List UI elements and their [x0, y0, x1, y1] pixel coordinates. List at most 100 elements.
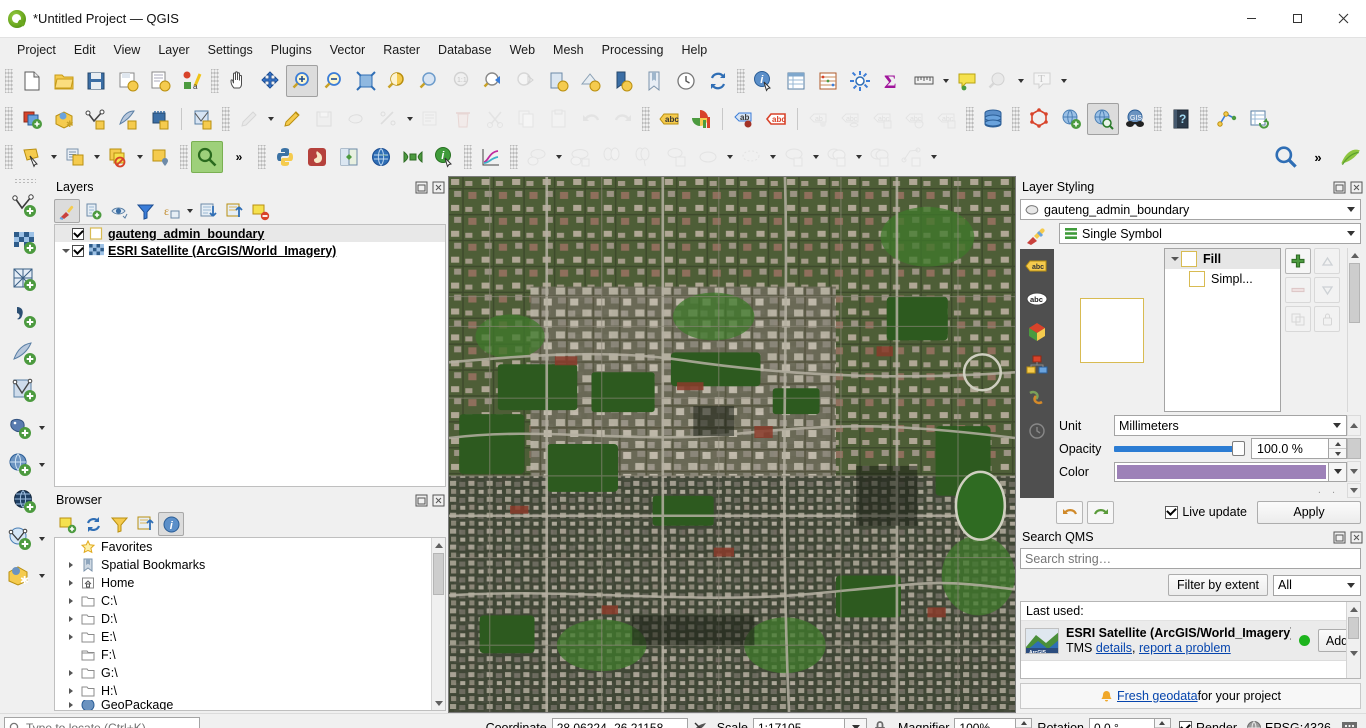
select-caret-icon[interactable]	[1015, 65, 1026, 97]
select-features-by-area-icon[interactable]	[16, 141, 48, 173]
leftbar-grip[interactable]	[14, 178, 36, 185]
metasearch-icon[interactable]	[1087, 103, 1119, 135]
magnifier-stepper[interactable]	[1015, 718, 1032, 728]
highlight-labels-icon[interactable]: abc	[760, 103, 792, 135]
help-grip[interactable]	[1154, 107, 1162, 131]
qgis-plugin-icon[interactable]	[1211, 103, 1243, 135]
qms-report-link[interactable]: report a problem	[1139, 641, 1231, 655]
toolbar-grip[interactable]	[5, 69, 13, 93]
plugin-grip[interactable]	[1200, 107, 1208, 131]
tree-item-home[interactable]: Home	[55, 574, 445, 592]
geoprocessing-intersect-icon[interactable]	[628, 141, 660, 173]
filter-legend-by-expression-icon[interactable]: ε	[158, 199, 184, 223]
menu-project[interactable]: Project	[8, 40, 65, 60]
live-update-checkbox[interactable]: Live update	[1165, 505, 1247, 519]
new-virtual-layer-icon[interactable]	[112, 103, 144, 135]
geoprocessing-convexhull-icon[interactable]	[564, 141, 596, 173]
paste-features-icon[interactable]	[543, 103, 575, 135]
measure-caret-icon[interactable]	[940, 65, 951, 97]
apply-button[interactable]: Apply	[1257, 500, 1361, 524]
tree-expander[interactable]	[63, 688, 79, 694]
metasearch-catalog-icon[interactable]: GIS	[1119, 103, 1151, 135]
scroll-down-arrow[interactable]	[1347, 646, 1360, 660]
plot-tool-icon[interactable]	[475, 141, 507, 173]
menu-plugins[interactable]: Plugins	[262, 40, 321, 60]
stepper-up[interactable]	[1154, 718, 1170, 728]
opacity-slider[interactable]	[1114, 438, 1251, 459]
qms-details-link[interactable]: details	[1096, 641, 1132, 655]
redo-icon[interactable]	[607, 103, 639, 135]
lock-scale-icon[interactable]	[867, 720, 893, 728]
symbol-tree-row-fill[interactable]: Fill	[1165, 249, 1280, 269]
styling-undock-icon[interactable]	[1332, 180, 1347, 195]
tree-item-g-drive[interactable]: G:\	[55, 664, 445, 682]
add-raster-layer-icon[interactable]	[8, 224, 42, 261]
redo-icon[interactable]	[1087, 500, 1114, 524]
move-symbol-layer-up-button[interactable]	[1314, 248, 1340, 274]
new-spatialite-layer-icon[interactable]	[80, 103, 112, 135]
overflow-chevron-icon[interactable]: »	[223, 141, 255, 173]
add-vector-layer-icon[interactable]	[8, 187, 42, 224]
opacity-stepper[interactable]	[1328, 439, 1346, 458]
refresh-layer-icon[interactable]	[542, 65, 574, 97]
change-label-icon[interactable]: abc	[867, 103, 899, 135]
open-layer-styling-panel-icon[interactable]	[54, 199, 80, 223]
layer-row-gauteng[interactable]: gauteng_admin_boundary	[55, 225, 445, 242]
save-layer-edits-icon[interactable]	[308, 103, 340, 135]
renderer-selector[interactable]: Single Symbol	[1059, 223, 1361, 244]
rotation-field[interactable]: 0.0 °	[1088, 717, 1171, 728]
styling-close-icon[interactable]	[1349, 180, 1364, 195]
scale-field[interactable]: 1:17105	[753, 717, 845, 728]
clip-caret-icon[interactable]	[810, 141, 821, 173]
map-tip-icon[interactable]	[951, 65, 983, 97]
refresh-table-icon[interactable]	[1243, 103, 1275, 135]
props-scroll-up[interactable]	[1347, 415, 1361, 436]
geo-grip[interactable]	[510, 145, 518, 169]
scroll-thumb[interactable]	[1348, 617, 1359, 639]
statistical-summary-icon[interactable]: Σ	[876, 65, 908, 97]
tree-item-favorites[interactable]: Favorites	[55, 538, 445, 556]
select-area-caret-icon[interactable]	[48, 141, 59, 173]
select-value-icon[interactable]	[145, 141, 177, 173]
zoom-in-icon[interactable]	[286, 65, 318, 97]
menu-mesh[interactable]: Mesh	[544, 40, 593, 60]
map-canvas[interactable]	[448, 176, 1016, 713]
label-grip[interactable]	[642, 107, 650, 131]
zoom-search-icon[interactable]	[1270, 141, 1302, 173]
collapse-all-browser-icon[interactable]	[132, 512, 158, 536]
duplicate-symbol-layer-button[interactable]	[1285, 306, 1311, 332]
qgis-brand-icon[interactable]	[1334, 141, 1366, 173]
geometry-caret-icon[interactable]	[928, 141, 939, 173]
menu-raster[interactable]: Raster	[374, 40, 429, 60]
menu-web[interactable]: Web	[501, 40, 544, 60]
fresh-geodata-link[interactable]: Fresh geodata	[1117, 689, 1198, 703]
stepper-down[interactable]	[1329, 449, 1346, 458]
new-shapefile-layer-icon[interactable]	[16, 103, 48, 135]
temporal-controller-icon[interactable]	[670, 65, 702, 97]
edit-grip[interactable]	[222, 107, 230, 131]
new-bookmark-icon[interactable]	[606, 65, 638, 97]
digitizing-grip[interactable]	[5, 107, 13, 131]
symbol-tree-row-simple-fill[interactable]: Simpl...	[1165, 269, 1280, 289]
python-grip[interactable]	[258, 145, 266, 169]
3d-view-tab-icon[interactable]	[1024, 354, 1050, 376]
tree-expander[interactable]	[63, 616, 79, 622]
chevron-down-icon[interactable]	[1328, 416, 1346, 435]
zoom-last-icon[interactable]	[478, 65, 510, 97]
manage-layer-visibility-icon[interactable]	[106, 199, 132, 223]
layers-list[interactable]: gauteng_admin_boundary ESRI Satellite (A…	[54, 224, 446, 487]
fresh-geodata-banner[interactable]: Fresh geodata for your project	[1020, 683, 1361, 709]
color-swatch-button[interactable]	[1114, 461, 1329, 482]
plugin-manager-icon[interactable]	[301, 141, 333, 173]
select-by-expression-icon[interactable]	[59, 141, 91, 173]
tree-item-spatial-bookmarks[interactable]: Spatial Bookmarks	[55, 556, 445, 574]
zoom-out-icon[interactable]	[318, 65, 350, 97]
globe-plugin-icon[interactable]	[365, 141, 397, 173]
add-geopackage-layer-icon[interactable]: ✱	[3, 557, 37, 594]
toolbar-overflow-icon[interactable]: »	[1302, 141, 1334, 173]
field-calculator-icon[interactable]	[812, 65, 844, 97]
remove-layer-icon[interactable]	[247, 199, 273, 223]
history-tab-icon[interactable]	[1024, 420, 1050, 442]
minimize-button[interactable]	[1228, 0, 1274, 38]
rotation-stepper[interactable]	[1153, 718, 1170, 728]
